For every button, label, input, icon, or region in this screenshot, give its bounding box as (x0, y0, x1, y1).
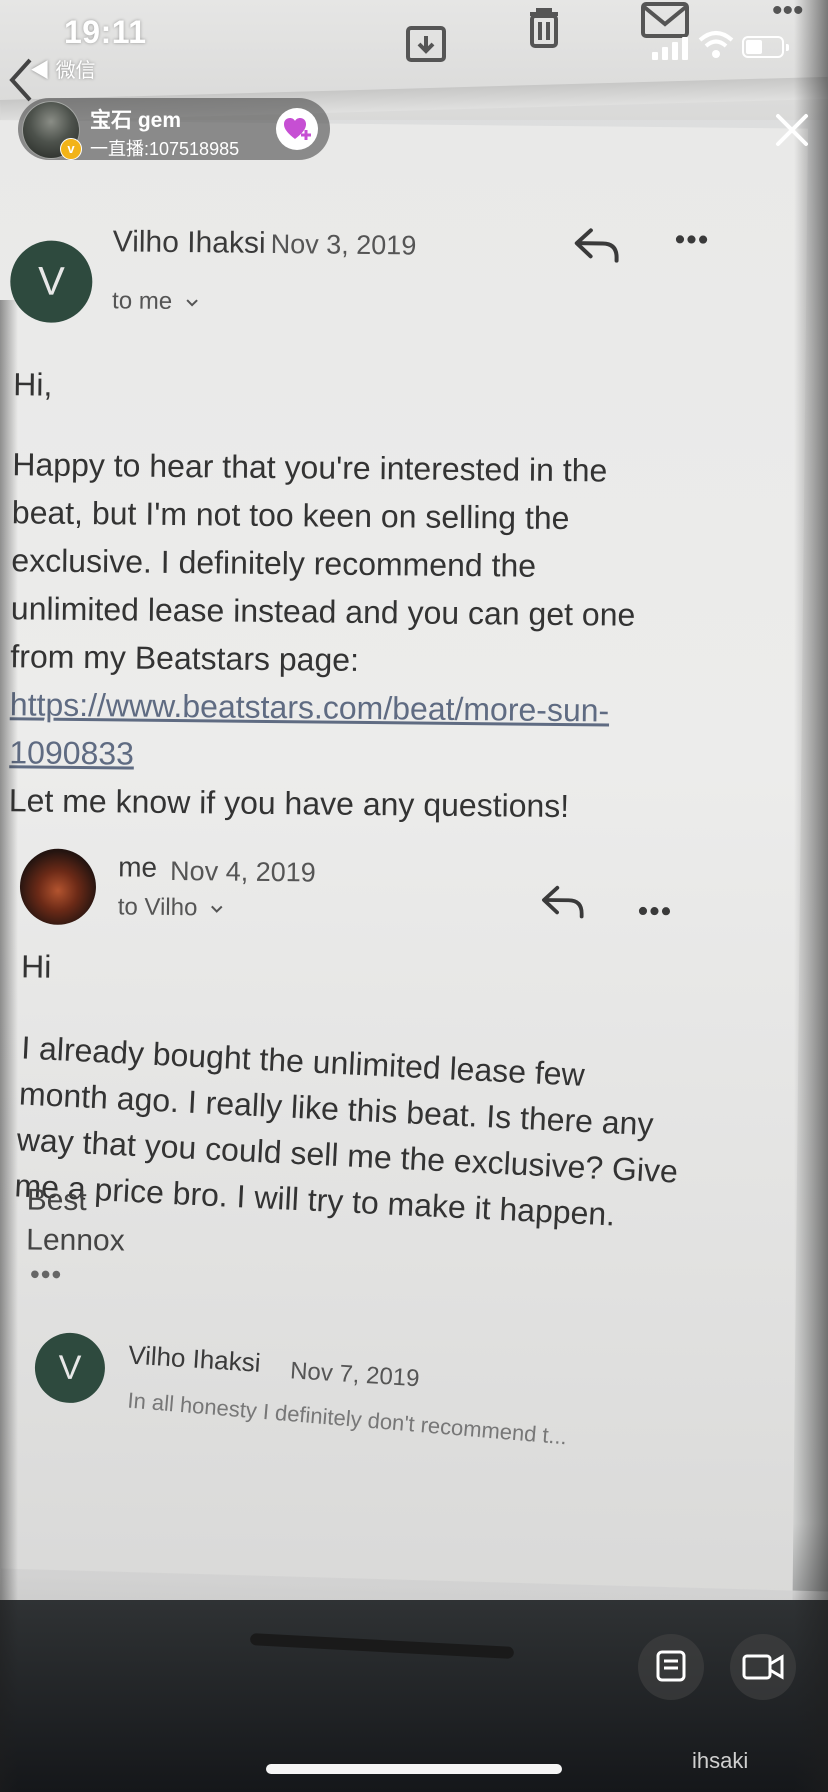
message-body: I already bought the unlimited lease few… (14, 1024, 782, 1245)
trash-icon[interactable] (522, 6, 566, 50)
more-options-icon[interactable]: ••• (675, 223, 710, 257)
photo-left-shadow (0, 300, 18, 1792)
show-trimmed-icon[interactable]: ••• (30, 1259, 63, 1291)
photo-right-shadow (794, 0, 828, 1792)
recipient-label: to me (111, 287, 173, 315)
beatstars-link[interactable]: https://www.beatstars.com/beat/more-sun- (10, 680, 780, 736)
body-line: unlimited lease instead and you can get … (10, 590, 636, 633)
archive-icon[interactable] (404, 20, 448, 64)
message-date: Nov 7, 2019 (289, 1357, 421, 1393)
body-line: exclusive. I definitely recommend the (11, 542, 537, 584)
host-name: 宝石 gem (90, 109, 182, 132)
verified-badge-icon: v (60, 138, 82, 160)
message-date: Nov 3, 2019 (270, 228, 417, 261)
sender-avatar[interactable]: V (34, 1332, 106, 1404)
comment-button[interactable] (638, 1634, 704, 1700)
message-snippet[interactable]: In all honesty I definitely don't recomm… (127, 1388, 568, 1451)
body-line: Happy to hear that you're interested in … (12, 446, 608, 489)
photo-background: V Vilho Ihaksi Nov 3, 2019 to me ••• Hi,… (0, 0, 828, 1792)
comment-icon (656, 1650, 686, 1682)
back-chevron-icon[interactable] (6, 56, 36, 104)
chevron-down-icon (211, 905, 223, 913)
watermark: ihsaki (692, 1748, 749, 1773)
reply-icon[interactable] (573, 226, 621, 265)
sender-name: me (118, 851, 158, 883)
more-options-icon[interactable]: ••• (638, 895, 673, 929)
sender-avatar[interactable]: V (9, 240, 93, 324)
sender-name: Vilho Ihaksi (112, 225, 266, 260)
heart-plus-icon (284, 118, 311, 140)
greeting: Hi (20, 948, 52, 985)
recipient-toggle[interactable]: to Vilho (118, 893, 225, 922)
status-time: 19:11 (64, 14, 147, 50)
body-line: from my Beatstars page: (10, 638, 360, 678)
wifi-icon (698, 31, 734, 58)
sender-name: Vilho Ihaksi (127, 1339, 262, 1378)
closing-line: Let me know if you have any questions! (8, 782, 570, 825)
message-date: Nov 4, 2019 (169, 855, 316, 888)
body-line: beat, but I'm not too keen on selling th… (11, 494, 570, 537)
avatar-letter: V (37, 259, 65, 304)
home-indicator[interactable] (266, 1764, 562, 1774)
close-icon[interactable] (772, 110, 812, 150)
email-screen: V Vilho Ihaksi Nov 3, 2019 to me ••• Hi,… (0, 120, 808, 1729)
back-to-app[interactable]: ◀ 微信 (30, 54, 96, 83)
recipient-toggle[interactable]: to me (112, 287, 199, 316)
video-record-button[interactable] (730, 1634, 796, 1700)
recipient-label: to Vilho (117, 893, 198, 922)
follow-button[interactable] (276, 108, 318, 150)
video-camera-icon (742, 1654, 784, 1680)
chevron-down-icon (186, 299, 198, 307)
beatstars-link-cont[interactable]: 1090833 (9, 728, 779, 784)
greeting: Hi, (13, 366, 53, 403)
avatar-letter: V (58, 1348, 82, 1388)
cellular-signal-icon (652, 36, 690, 60)
battery-icon (742, 36, 789, 58)
host-id: 一直播:107518985 (90, 139, 240, 159)
back-app-label: 微信 (55, 60, 96, 82)
my-avatar[interactable] (19, 848, 97, 926)
reply-icon[interactable] (540, 884, 586, 920)
message-body: Happy to hear that you're interested in … (9, 440, 783, 832)
